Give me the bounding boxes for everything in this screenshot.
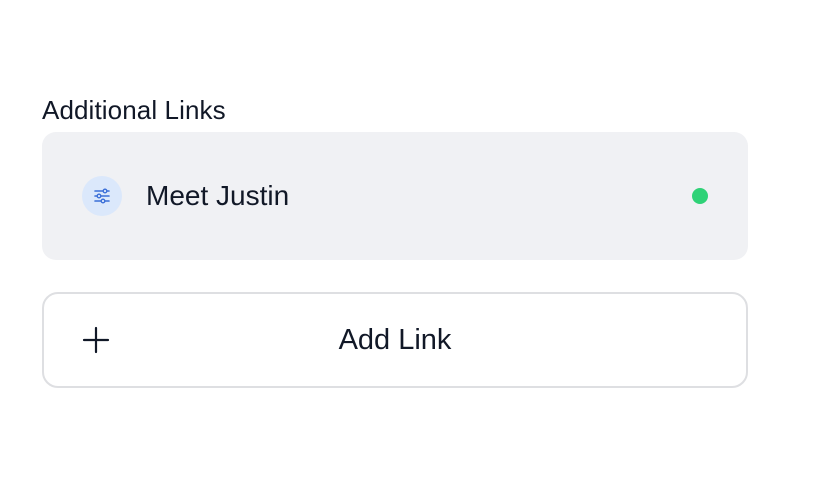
link-label: Meet Justin: [146, 180, 290, 211]
section-title: Additional Links: [42, 94, 226, 125]
add-link-button[interactable]: Add Link: [42, 292, 748, 388]
sliders-icon: [82, 176, 122, 216]
status-indicator: [692, 188, 708, 204]
add-link-label: Add Link: [338, 324, 452, 356]
previous-section-text-cutoff: [42, 0, 722, 6]
link-card-meet-justin[interactable]: Meet Justin: [42, 132, 748, 260]
